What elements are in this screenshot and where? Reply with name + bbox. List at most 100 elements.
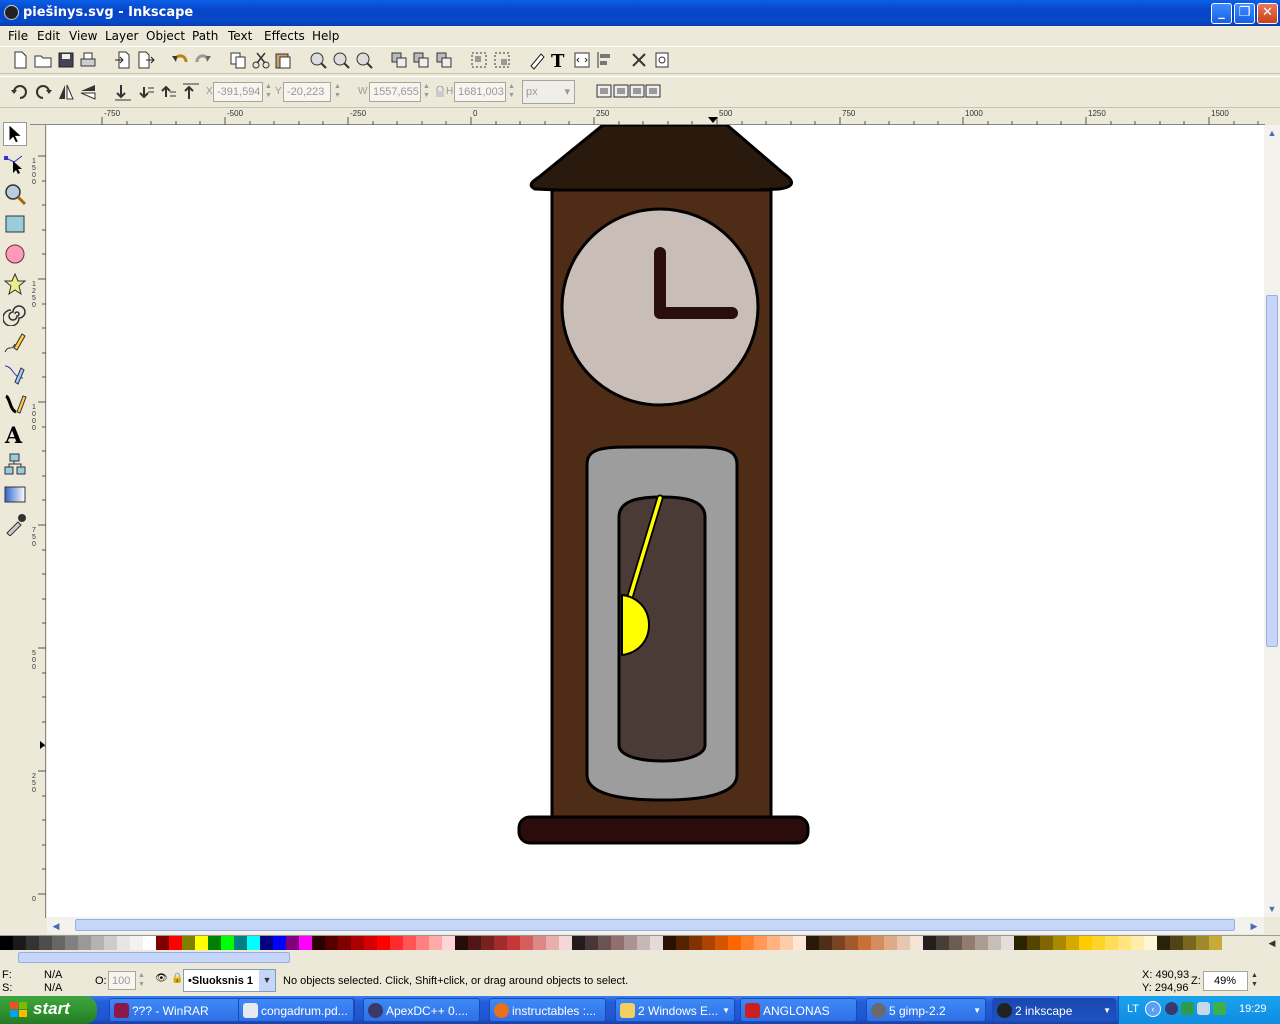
palette-swatch[interactable] xyxy=(442,936,455,950)
menu-object[interactable]: Object xyxy=(146,29,185,43)
palette-swatch[interactable] xyxy=(0,936,13,950)
palette-swatch[interactable] xyxy=(286,936,299,950)
palette-swatch[interactable] xyxy=(975,936,988,950)
vertical-scrollbar[interactable]: ▲ ▼ xyxy=(1264,125,1280,917)
palette-scrollbar[interactable] xyxy=(0,950,1280,965)
palette-swatch[interactable] xyxy=(624,936,637,950)
zoom-drawing-icon[interactable] xyxy=(331,50,351,70)
palette-swatch[interactable] xyxy=(676,936,689,950)
scroll-up-arrow-icon[interactable]: ▲ xyxy=(1265,126,1279,140)
height-spinner[interactable]: ▲ ▼ xyxy=(507,82,516,102)
menu-edit[interactable]: Edit xyxy=(37,29,60,43)
layer-select[interactable]: •Sluoksnis 1 ▼ xyxy=(183,969,276,992)
y-coordinate-field[interactable]: -20,223 xyxy=(283,82,331,102)
show-hidden-icons-icon[interactable]: ‹ xyxy=(1145,1001,1161,1017)
palette-swatch[interactable] xyxy=(650,936,663,950)
rotate-ccw-icon[interactable] xyxy=(10,82,30,102)
scroll-right-arrow-icon[interactable]: ▶ xyxy=(1247,919,1261,933)
text-font-icon[interactable]: T xyxy=(549,50,569,70)
preferences-icon[interactable] xyxy=(629,50,649,70)
new-document-icon[interactable] xyxy=(10,50,30,70)
palette-swatch[interactable] xyxy=(39,936,52,950)
palette-swatch[interactable] xyxy=(663,936,676,950)
pen-tool-icon[interactable] xyxy=(3,362,27,386)
eye-icon[interactable]: 👁 xyxy=(155,973,168,984)
palette-swatch[interactable] xyxy=(572,936,585,950)
palette-swatch[interactable] xyxy=(910,936,923,950)
height-field[interactable]: 1681,003 xyxy=(454,82,506,102)
palette-swatch[interactable] xyxy=(845,936,858,950)
clock-base[interactable] xyxy=(517,815,810,845)
palette-swatch[interactable] xyxy=(689,936,702,950)
horizontal-scroll-thumb[interactable] xyxy=(75,919,1235,931)
rectangle-tool-icon[interactable] xyxy=(3,212,27,236)
menu-help[interactable]: Help xyxy=(312,29,339,43)
minimize-button[interactable]: _ xyxy=(1211,3,1232,24)
rotate-cw-icon[interactable] xyxy=(33,82,53,102)
palette-swatch[interactable] xyxy=(117,936,130,950)
palette-swatch[interactable] xyxy=(806,936,819,950)
palette-swatch[interactable] xyxy=(871,936,884,950)
palette-swatch[interactable] xyxy=(1066,936,1079,950)
palette-swatch[interactable] xyxy=(637,936,650,950)
palette-swatch[interactable] xyxy=(1027,936,1040,950)
palette-swatch[interactable] xyxy=(416,936,429,950)
taskbar-item-explorer[interactable]: 2 Windows E... ▼ xyxy=(615,998,735,1022)
menu-file[interactable]: File xyxy=(8,29,28,43)
opacity-spinner[interactable]: ▲ ▼ xyxy=(137,971,146,990)
paste-icon[interactable] xyxy=(273,50,293,70)
x-coordinate-field[interactable]: -391,594 xyxy=(213,82,263,102)
stroke-indicator[interactable]: N/A xyxy=(44,982,62,994)
palette-swatch[interactable] xyxy=(13,936,26,950)
copy-icon[interactable] xyxy=(228,50,248,70)
y-spinner[interactable]: ▲ ▼ xyxy=(333,82,342,102)
zoom-tool-icon[interactable] xyxy=(3,182,27,206)
drawing-canvas[interactable] xyxy=(47,125,1264,917)
text-tool-icon[interactable]: A xyxy=(3,422,27,446)
palette-swatch[interactable] xyxy=(26,936,39,950)
drawing-svg[interactable] xyxy=(47,125,1264,917)
transform-patterns-icon[interactable] xyxy=(645,83,661,99)
palette-swatch[interactable] xyxy=(208,936,221,950)
palette-swatch[interactable] xyxy=(1105,936,1118,950)
palette-swatch[interactable] xyxy=(468,936,481,950)
palette-swatch[interactable] xyxy=(455,936,468,950)
palette-swatch[interactable] xyxy=(1040,936,1053,950)
palette-swatch[interactable] xyxy=(767,936,780,950)
tray-apexdc-icon[interactable] xyxy=(1165,1002,1178,1015)
flip-vertical-icon[interactable] xyxy=(78,82,98,102)
lower-icon[interactable] xyxy=(136,82,156,102)
palette-swatch[interactable] xyxy=(1092,936,1105,950)
lower-to-bottom-icon[interactable] xyxy=(113,82,133,102)
spiral-tool-icon[interactable] xyxy=(3,302,27,326)
palette-swatch[interactable] xyxy=(364,936,377,950)
clone-icon[interactable] xyxy=(411,50,431,70)
pencil-tool-icon[interactable] xyxy=(3,332,27,356)
palette-swatch[interactable] xyxy=(949,936,962,950)
palette-swatch[interactable] xyxy=(78,936,91,950)
clock-roof[interactable] xyxy=(529,125,793,194)
x-spinner[interactable]: ▲ ▼ xyxy=(264,82,273,102)
palette-swatch[interactable] xyxy=(494,936,507,950)
calligraphy-tool-icon[interactable] xyxy=(3,392,27,416)
palette-swatch[interactable] xyxy=(988,936,1001,950)
palette-swatch[interactable] xyxy=(962,936,975,950)
palette-swatch[interactable] xyxy=(741,936,754,950)
dropper-tool-icon[interactable] xyxy=(3,512,27,536)
tray-network-icon[interactable] xyxy=(1181,1002,1194,1015)
palette-swatch[interactable] xyxy=(182,936,195,950)
palette-menu-arrow-icon[interactable]: ◀ xyxy=(1264,936,1280,950)
opacity-field[interactable]: 100 xyxy=(108,971,136,990)
zoom-spinner[interactable]: ▲ ▼ xyxy=(1250,971,1259,991)
menu-view[interactable]: View xyxy=(69,29,97,43)
group-icon[interactable] xyxy=(469,50,489,70)
horizontal-scrollbar[interactable]: ◀ ▶ xyxy=(47,917,1264,934)
scale-corners-icon[interactable] xyxy=(613,83,629,99)
palette-swatch[interactable] xyxy=(338,936,351,950)
print-icon[interactable] xyxy=(78,50,98,70)
menu-effects[interactable]: Effects xyxy=(264,29,305,43)
palette-swatch[interactable] xyxy=(169,936,182,950)
ungroup-icon[interactable] xyxy=(492,50,512,70)
vertical-scroll-thumb[interactable] xyxy=(1266,295,1278,647)
redo-icon[interactable] xyxy=(193,50,213,70)
